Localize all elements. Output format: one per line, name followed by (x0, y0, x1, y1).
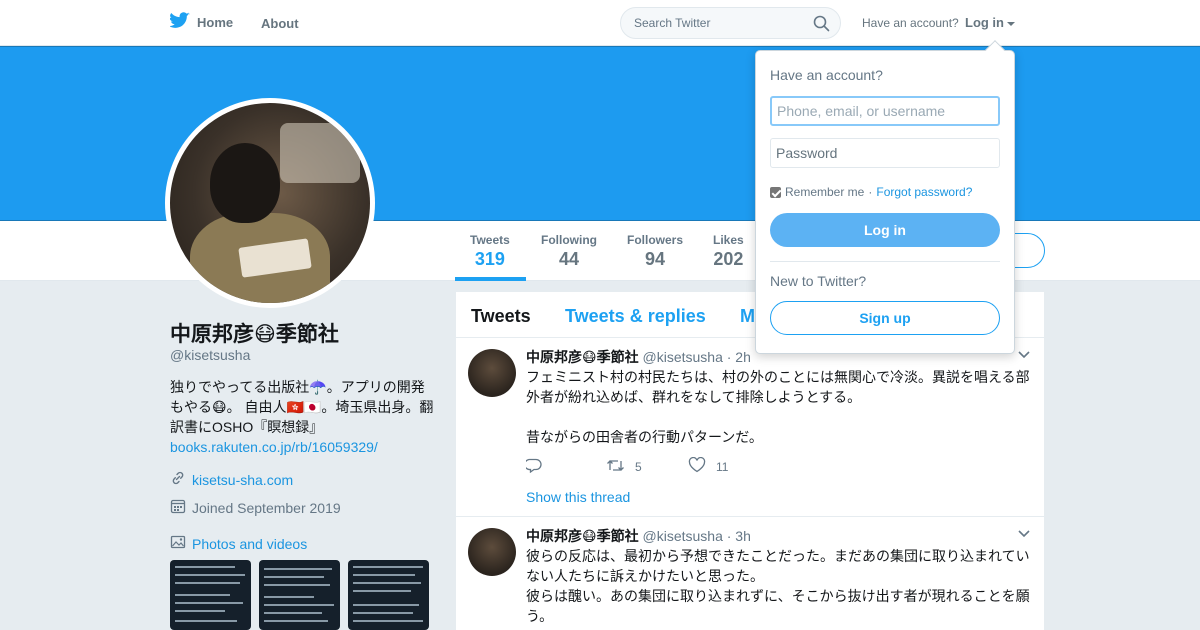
stat-label: Tweets (470, 233, 510, 247)
stat-label: Following (541, 233, 597, 247)
tweet[interactable]: 中原邦彦😷季節社 @kisetsusha · 3h 彼らの反応は、最初から予想で… (456, 517, 1044, 630)
login-button[interactable]: Log in (770, 213, 1000, 247)
tweet-avatar[interactable] (468, 349, 516, 397)
caret-down-icon (1007, 21, 1015, 26)
avatar-photo (170, 103, 370, 303)
media-thumbnail[interactable] (259, 560, 340, 630)
remember-me-label[interactable]: Remember me (785, 185, 864, 199)
have-account-text: Have an account? (862, 16, 959, 30)
nav-home-link[interactable]: Home (169, 12, 234, 32)
tweet-author-name[interactable]: 中原邦彦😷季節社 (526, 349, 639, 365)
stat-value: 202 (713, 249, 744, 269)
profile-name: 中原邦彦😷季節社 (170, 323, 339, 346)
like-button[interactable]: 11 (688, 456, 729, 476)
magnifier-icon[interactable] (813, 15, 830, 37)
new-to-twitter-text: New to Twitter? (770, 273, 867, 289)
tweet-author-name[interactable]: 中原邦彦😷季節社 (526, 528, 639, 544)
profile-handle[interactable]: @kisetsusha (170, 347, 250, 363)
show-thread-link[interactable]: Show this thread (526, 489, 630, 505)
login-dropdown: Have an account? Remember me · Forgot pa… (755, 40, 1015, 354)
calendar-icon (170, 498, 186, 517)
retweet-icon (606, 458, 625, 476)
stat-followers[interactable]: Followers 94 (627, 233, 683, 270)
profile-bio: 独りでやってる出版社☂️。アプリの開発もやる😷。 自由人🇭🇰🇯🇵。埼玉県出身。翻… (170, 377, 435, 457)
profile-joined-label: Joined September 2019 (192, 499, 341, 516)
reply-icon (524, 458, 543, 476)
tweet-avatar[interactable] (468, 528, 516, 576)
profile-website-label: kisetsu-sha.com (192, 471, 294, 488)
username-input[interactable] (770, 96, 1000, 126)
reply-button[interactable] (524, 458, 606, 476)
profile-website[interactable]: kisetsu-sha.com (170, 470, 293, 489)
photos-and-videos-link[interactable]: Photos and videos (170, 534, 307, 553)
tab-media[interactable]: M (740, 306, 755, 327)
media-thumbnail[interactable] (348, 560, 429, 630)
heart-icon (688, 456, 706, 476)
stat-value: 94 (644, 249, 666, 269)
profile-bio-link[interactable]: books.rakuten.co.jp/rb/16059329/ (170, 439, 378, 455)
password-input[interactable] (770, 138, 1000, 168)
retweet-button[interactable]: 5 (606, 458, 688, 476)
tab-tweets-and-replies[interactable]: Tweets & replies (565, 306, 706, 327)
stat-value: 44 (558, 249, 580, 269)
stat-label: Likes (713, 233, 744, 247)
nav-about-link[interactable]: About (261, 16, 299, 31)
login-dropdown-title: Have an account? (770, 67, 883, 83)
search-box[interactable]: Search Twitter (620, 7, 841, 39)
tweet[interactable]: 中原邦彦😷季節社 @kisetsusha · 2h フェミニスト村の村民たちは、… (456, 338, 1044, 517)
media-thumbnails (170, 560, 429, 630)
stat-value: 319 (474, 249, 505, 269)
stat-tweets[interactable]: Tweets 319 (470, 233, 510, 270)
like-count: 11 (716, 459, 729, 474)
tweet-author-handle[interactable]: @kisetsusha (643, 349, 723, 365)
top-navigation: Home About Search Twitter Have an accoun… (0, 0, 1200, 46)
tweet-header: 中原邦彦😷季節社 @kisetsusha · 3h (526, 526, 751, 546)
active-stat-indicator (455, 277, 526, 281)
retweet-count: 5 (635, 459, 642, 474)
tweet-text: フェミニスト村の村民たちは、村の外のことには無関心で冷淡。異説を唱える部外者が紛… (526, 369, 1030, 445)
stat-label: Followers (627, 233, 684, 247)
link-icon (170, 470, 186, 489)
twitter-bird-icon (169, 12, 190, 32)
tweet-actions: 5 11 (524, 456, 729, 476)
stat-following[interactable]: Following 44 (541, 233, 597, 270)
remember-me-checkbox[interactable] (770, 186, 781, 198)
separator-dot: · (868, 185, 873, 199)
photos-and-videos-label: Photos and videos (192, 535, 308, 552)
media-thumbnail[interactable] (170, 560, 251, 630)
forgot-password-link[interactable]: Forgot password? (876, 185, 972, 199)
remember-me-row: Remember me · Forgot password? (770, 185, 972, 199)
tweet-time[interactable]: · 3h (727, 528, 751, 544)
nav-home-label: Home (197, 14, 234, 30)
profile-bio-text: 独りでやってる出版社☂️。アプリの開発もやる😷。 自由人🇭🇰🇯🇵。埼玉県出身。翻… (170, 379, 434, 435)
stat-likes[interactable]: Likes 202 (713, 233, 744, 270)
profile-avatar[interactable] (165, 98, 375, 308)
tweet-author-handle[interactable]: @kisetsusha (643, 528, 723, 544)
login-menu-label: Log in (965, 15, 1004, 30)
search-placeholder: Search Twitter (634, 16, 711, 30)
tweet-header: 中原邦彦😷季節社 @kisetsusha · 2h (526, 347, 751, 367)
tweet-time[interactable]: · 2h (727, 349, 751, 365)
login-menu-toggle[interactable]: Log in (965, 15, 1015, 30)
divider (770, 261, 1000, 262)
image-icon (170, 534, 186, 553)
profile-joined: Joined September 2019 (170, 498, 341, 517)
tab-tweets[interactable]: Tweets (471, 306, 531, 327)
signup-button[interactable]: Sign up (770, 301, 1000, 335)
tweet-text: 彼らの反応は、最初から予想できたことだった。まだあの集団に取り込まれていない人た… (526, 548, 1030, 624)
